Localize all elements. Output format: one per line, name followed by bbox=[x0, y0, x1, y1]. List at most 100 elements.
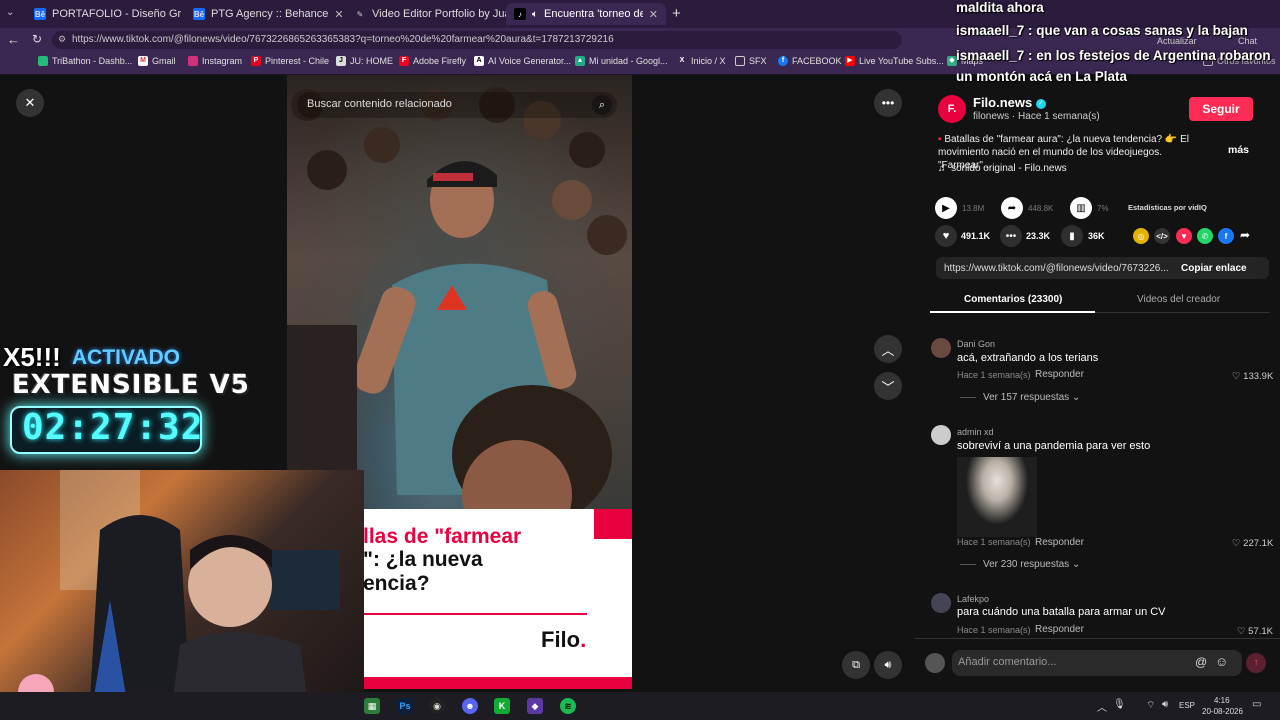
mic-icon[interactable]: 🎙︎ bbox=[1113, 699, 1126, 710]
coin-icon[interactable]: ◎ bbox=[1133, 228, 1149, 244]
spotify-icon[interactable]: ≋ bbox=[560, 698, 576, 714]
reply-button[interactable]: Responder bbox=[1035, 369, 1084, 380]
avatar[interactable] bbox=[931, 593, 951, 613]
bookmark-instagram[interactable]: Instagram bbox=[188, 56, 242, 66]
comment-like-count[interactable]: ♡ 227.1K bbox=[1232, 538, 1273, 549]
comment-username[interactable]: Lafekpo bbox=[957, 594, 989, 604]
store-icon[interactable]: ▦ bbox=[364, 698, 380, 714]
comment-like-count[interactable]: ♡ 133.9K bbox=[1232, 371, 1273, 382]
wifi-icon[interactable]: ⌔ bbox=[1146, 699, 1155, 712]
photoshop-icon[interactable]: Ps bbox=[397, 698, 413, 714]
bookmark-tribathon[interactable]: TriBathon - Dashb... bbox=[38, 56, 132, 66]
bookmark-ju-home[interactable]: J JU: HOME bbox=[336, 56, 393, 66]
bookmark-label: Adobe Firefly bbox=[413, 56, 467, 66]
search-icon[interactable]: ⌕ bbox=[592, 95, 612, 115]
comment-image[interactable] bbox=[957, 457, 1037, 537]
bookmark-facebook[interactable]: f FACEBOOK bbox=[778, 56, 842, 66]
author-name-text: Filo.news bbox=[973, 95, 1033, 110]
clock-time[interactable]: 4:16 bbox=[1214, 696, 1230, 705]
reply-button[interactable]: Responder bbox=[1035, 537, 1084, 548]
reload-icon[interactable]: ↻ bbox=[32, 32, 42, 46]
bookmark-youtube-subs[interactable]: ▶ Live YouTube Subs... bbox=[845, 56, 944, 66]
comment-like-count[interactable]: ♡ 57.1K bbox=[1237, 626, 1273, 637]
view-replies-button[interactable]: Ver 230 respuestas ⌄ bbox=[983, 559, 1080, 570]
tray-chevron-icon[interactable]: ︿ bbox=[1097, 699, 1107, 714]
tab-ptg-agency[interactable]: Bē PTG Agency :: Behance ✕ bbox=[185, 3, 345, 25]
author-name[interactable]: Filo.news ✓ bbox=[973, 95, 1046, 110]
sound-link[interactable]: ♫ sonido original - Filo.news bbox=[938, 163, 1067, 174]
speaker-icon[interactable]: 🔊︎ bbox=[1162, 699, 1168, 710]
copy-link-button[interactable]: Copiar enlace bbox=[1181, 263, 1247, 274]
tab-title: Video Editor Portfolio by Juacoh bbox=[372, 8, 506, 20]
bookmark-sfx[interactable]: SFX bbox=[735, 56, 767, 66]
avatar[interactable] bbox=[931, 425, 951, 445]
back-icon[interactable]: ← bbox=[7, 32, 20, 47]
ratio-value: 7% bbox=[1097, 204, 1109, 213]
x-icon: X bbox=[679, 57, 685, 64]
obs-icon[interactable]: ◉ bbox=[429, 698, 445, 714]
share-more-icon[interactable]: ➦ bbox=[1240, 228, 1250, 242]
embed-icon[interactable]: </> bbox=[1154, 228, 1170, 244]
bookmark-label: Instagram bbox=[202, 56, 243, 66]
tab-creator-videos[interactable]: Videos del creador bbox=[1137, 294, 1220, 305]
replies-line bbox=[960, 397, 976, 398]
bookmark-adobe-firefly[interactable]: F Adobe Firefly bbox=[399, 56, 466, 66]
bookmark-drive[interactable]: ▲ Mi unidad - Googl... bbox=[575, 56, 668, 66]
close-icon[interactable]: ✕ bbox=[334, 8, 343, 21]
tribathon-icon bbox=[38, 56, 48, 66]
discord-icon[interactable]: ☻ bbox=[462, 698, 478, 714]
mention-icon[interactable]: @ bbox=[1195, 655, 1207, 669]
reply-button[interactable]: Responder bbox=[1035, 624, 1084, 635]
bookmark-pinterest[interactable]: P Pinterest - Chile bbox=[251, 56, 329, 66]
instagram-icon bbox=[188, 56, 198, 66]
comment-button[interactable]: ••• bbox=[1000, 225, 1022, 247]
capcut-icon[interactable]: K bbox=[494, 698, 510, 714]
heart-icon: ♡ bbox=[1232, 538, 1241, 549]
url-field[interactable]: https://www.tiktok.com/@filonews/video/7… bbox=[52, 31, 902, 49]
more-description-link[interactable]: más bbox=[1228, 144, 1249, 156]
tab-search-icon[interactable]: ⌄ bbox=[6, 7, 20, 21]
send-icon[interactable]: ▼ bbox=[1176, 228, 1192, 244]
clock-date[interactable]: 20-08-2026 bbox=[1202, 707, 1243, 716]
notifications-icon[interactable]: ▭ bbox=[1252, 699, 1261, 710]
site-info-icon[interactable]: ⚙ bbox=[58, 34, 66, 45]
tab-comments[interactable]: Comentarios (23300) bbox=[964, 294, 1062, 305]
like-button[interactable]: ♥ bbox=[935, 225, 957, 247]
tab-video-editor[interactable]: ✎ Video Editor Portfolio by Juacoh bbox=[346, 3, 506, 25]
facebook-icon[interactable]: f bbox=[1218, 228, 1234, 244]
author-avatar[interactable]: F. bbox=[938, 95, 966, 123]
new-tab-button[interactable]: + bbox=[672, 5, 681, 22]
bookmark-label: TriBathon - Dashb... bbox=[52, 56, 133, 66]
close-icon[interactable]: ✕ bbox=[649, 8, 658, 21]
close-video-button[interactable]: ✕ bbox=[16, 89, 44, 117]
bookmark-button[interactable]: ▮ bbox=[1061, 225, 1083, 247]
speaker-icon: 🔈︎ bbox=[532, 8, 538, 20]
pip-button[interactable]: ⧉ bbox=[842, 651, 870, 679]
whatsapp-icon[interactable]: ✆ bbox=[1197, 228, 1213, 244]
gem-icon[interactable]: ◆ bbox=[527, 698, 543, 714]
pinterest-icon: P bbox=[251, 56, 261, 66]
emoji-icon[interactable]: ☺ bbox=[1215, 654, 1228, 669]
post-comment-button[interactable]: ↑ bbox=[1246, 653, 1266, 673]
follow-button[interactable]: Seguir bbox=[1189, 97, 1253, 121]
volume-button[interactable]: 🔊︎ bbox=[874, 651, 902, 679]
bookmark-gmail[interactable]: M Gmail bbox=[138, 56, 176, 66]
shares-count: 448.8K bbox=[1028, 204, 1054, 213]
vidiq-label[interactable]: Estadísticas por vidIQ bbox=[1128, 203, 1207, 212]
tab-tiktok[interactable]: ♪ 🔈︎ Encuentra 'torneo de farmear ✕ bbox=[506, 3, 666, 25]
more-options-button[interactable]: ••• bbox=[874, 89, 902, 117]
next-video-button[interactable]: ﹀ bbox=[874, 372, 902, 400]
language-indicator[interactable]: ESP bbox=[1179, 701, 1195, 710]
comment-username[interactable]: admin xd bbox=[957, 427, 994, 437]
related-search-input[interactable]: Buscar contenido relacionado bbox=[297, 92, 617, 118]
view-replies-button[interactable]: Ver 157 respuestas ⌄ bbox=[983, 392, 1080, 403]
previous-video-button[interactable]: ︿ bbox=[874, 335, 902, 363]
bookmark-x[interactable]: X Inicio / X bbox=[677, 56, 726, 66]
tab-portafolio[interactable]: Bē PORTAFOLIO - Diseño Gráfico :: Be ✕ bbox=[26, 3, 181, 25]
heart-icon: ♡ bbox=[1232, 371, 1241, 382]
comment-username[interactable]: Dani Gon bbox=[957, 339, 995, 349]
video-link-text[interactable]: https://www.tiktok.com/@filonews/video/7… bbox=[944, 263, 1169, 274]
avatar[interactable] bbox=[931, 338, 951, 358]
behance-icon: Bē bbox=[34, 8, 46, 20]
bookmark-ai-voice[interactable]: A AI Voice Generator... bbox=[474, 56, 571, 66]
